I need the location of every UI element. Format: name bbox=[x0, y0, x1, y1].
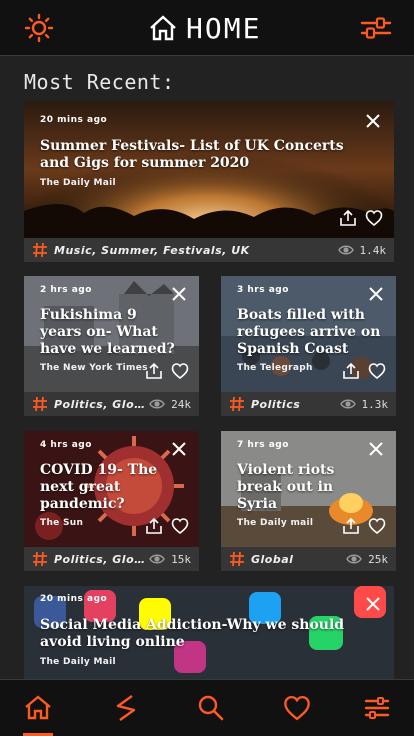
view-count-value: 25k bbox=[368, 552, 388, 566]
article-card[interactable]: 20 mins ago Social Media Addiction-Why w… bbox=[24, 586, 394, 680]
view-count-value: 15k bbox=[171, 552, 191, 566]
hashtag-icon bbox=[32, 396, 48, 412]
article-meta-bar: Politics, Global... 15k bbox=[24, 547, 199, 571]
article-card[interactable]: 3 hrs ago Boats filled with refugees arr… bbox=[221, 276, 396, 416]
view-count: 25k bbox=[346, 551, 388, 567]
article-time: 3 hrs ago bbox=[237, 285, 289, 295]
nav-heart-icon[interactable] bbox=[283, 694, 311, 722]
home-icon bbox=[150, 15, 176, 41]
share-icon[interactable] bbox=[342, 517, 360, 535]
article-headline: COVID 19- The next great pandemic? bbox=[40, 462, 158, 512]
top-app-bar: HOME bbox=[0, 0, 414, 56]
nav-menu-icon[interactable] bbox=[363, 694, 391, 722]
hashtag-icon bbox=[229, 396, 245, 412]
article-source: The Daily Mail bbox=[40, 657, 116, 667]
nav-trending-icon[interactable] bbox=[112, 694, 140, 722]
article-source: The Telegraph bbox=[237, 363, 313, 373]
article-time: 4 hrs ago bbox=[40, 440, 92, 450]
nav-home-icon[interactable] bbox=[24, 694, 52, 722]
share-icon[interactable] bbox=[342, 362, 360, 380]
hashtag-icon bbox=[229, 551, 245, 567]
page-title-text: HOME bbox=[186, 11, 262, 45]
share-icon[interactable] bbox=[339, 209, 357, 227]
article-card[interactable]: 4 hrs ago COVID 19- The next great pande… bbox=[24, 431, 199, 571]
article-time: 2 hrs ago bbox=[40, 285, 92, 295]
view-count-value: 1.3k bbox=[361, 397, 389, 411]
close-icon[interactable] bbox=[170, 440, 188, 458]
page-title: HOME bbox=[148, 10, 261, 46]
heart-icon[interactable] bbox=[365, 209, 383, 227]
close-icon[interactable] bbox=[367, 440, 385, 458]
heart-icon[interactable] bbox=[368, 517, 386, 535]
view-count: 15k bbox=[149, 551, 191, 567]
article-time: 7 hrs ago bbox=[237, 440, 289, 450]
article-headline: Violent riots break out in Syria bbox=[237, 462, 335, 512]
close-icon[interactable] bbox=[364, 112, 382, 130]
view-count: 1.4k bbox=[337, 242, 387, 258]
view-count: 24k bbox=[149, 396, 191, 412]
article-source: The New York Times bbox=[40, 363, 148, 373]
article-card[interactable]: 20 mins ago Summer Festivals- List of UK… bbox=[24, 101, 394, 262]
filter-sliders-icon[interactable] bbox=[360, 15, 392, 41]
close-icon[interactable] bbox=[364, 595, 382, 613]
settings-sun-icon[interactable] bbox=[24, 13, 54, 43]
heart-icon[interactable] bbox=[171, 517, 189, 535]
hashtag-icon bbox=[32, 242, 48, 258]
article-headline: Boats filled with refugees arrive on Spa… bbox=[237, 307, 381, 357]
view-count: 1.3k bbox=[339, 396, 389, 412]
article-card[interactable]: 7 hrs ago Violent riots break out in Syr… bbox=[221, 431, 396, 571]
article-time: 20 mins ago bbox=[40, 115, 108, 125]
view-count-value: 1.4k bbox=[359, 243, 387, 257]
article-tags: Politics, Global... bbox=[54, 397, 149, 411]
article-source: The Daily Mail bbox=[40, 178, 116, 188]
eye-icon bbox=[346, 554, 362, 564]
article-tags: Music, Summer, Festivals, UK bbox=[54, 243, 250, 257]
eye-icon bbox=[339, 399, 356, 409]
view-count-value: 24k bbox=[171, 397, 191, 411]
share-icon[interactable] bbox=[145, 362, 163, 380]
heart-icon[interactable] bbox=[368, 362, 386, 380]
article-meta-bar: Music, Summer, Festivals, UK 1.4k bbox=[24, 238, 394, 262]
bottom-nav-bar bbox=[0, 679, 414, 736]
article-tags: Global bbox=[251, 552, 294, 566]
article-headline: Social Media Addiction-Why we should avo… bbox=[40, 617, 345, 650]
section-title: Most Recent: bbox=[24, 70, 175, 94]
article-tags: Politics bbox=[251, 397, 301, 411]
eye-icon bbox=[149, 554, 165, 564]
article-source: The Daily mail bbox=[237, 518, 314, 528]
article-meta-bar: Global 25k bbox=[221, 547, 396, 571]
article-headline: Fukishima 9 years on- What have we learn… bbox=[40, 307, 175, 357]
article-meta-bar: Politics, Global... 24k bbox=[24, 392, 199, 416]
eye-icon bbox=[149, 399, 165, 409]
close-icon[interactable] bbox=[170, 285, 188, 303]
hashtag-icon bbox=[32, 551, 48, 567]
article-source: The Sun bbox=[40, 518, 84, 528]
nav-search-icon[interactable] bbox=[197, 694, 225, 722]
close-icon[interactable] bbox=[367, 285, 385, 303]
article-tags: Politics, Global... bbox=[54, 552, 149, 566]
article-card[interactable]: 2 hrs ago Fukishima 9 years on- What hav… bbox=[24, 276, 199, 416]
heart-icon[interactable] bbox=[171, 362, 189, 380]
eye-icon bbox=[337, 245, 354, 255]
article-meta-bar: Politics 1.3k bbox=[221, 392, 396, 416]
article-headline: Summer Festivals- List of UK Concerts an… bbox=[40, 138, 344, 171]
article-time: 20 mins ago bbox=[40, 594, 108, 604]
share-icon[interactable] bbox=[145, 517, 163, 535]
